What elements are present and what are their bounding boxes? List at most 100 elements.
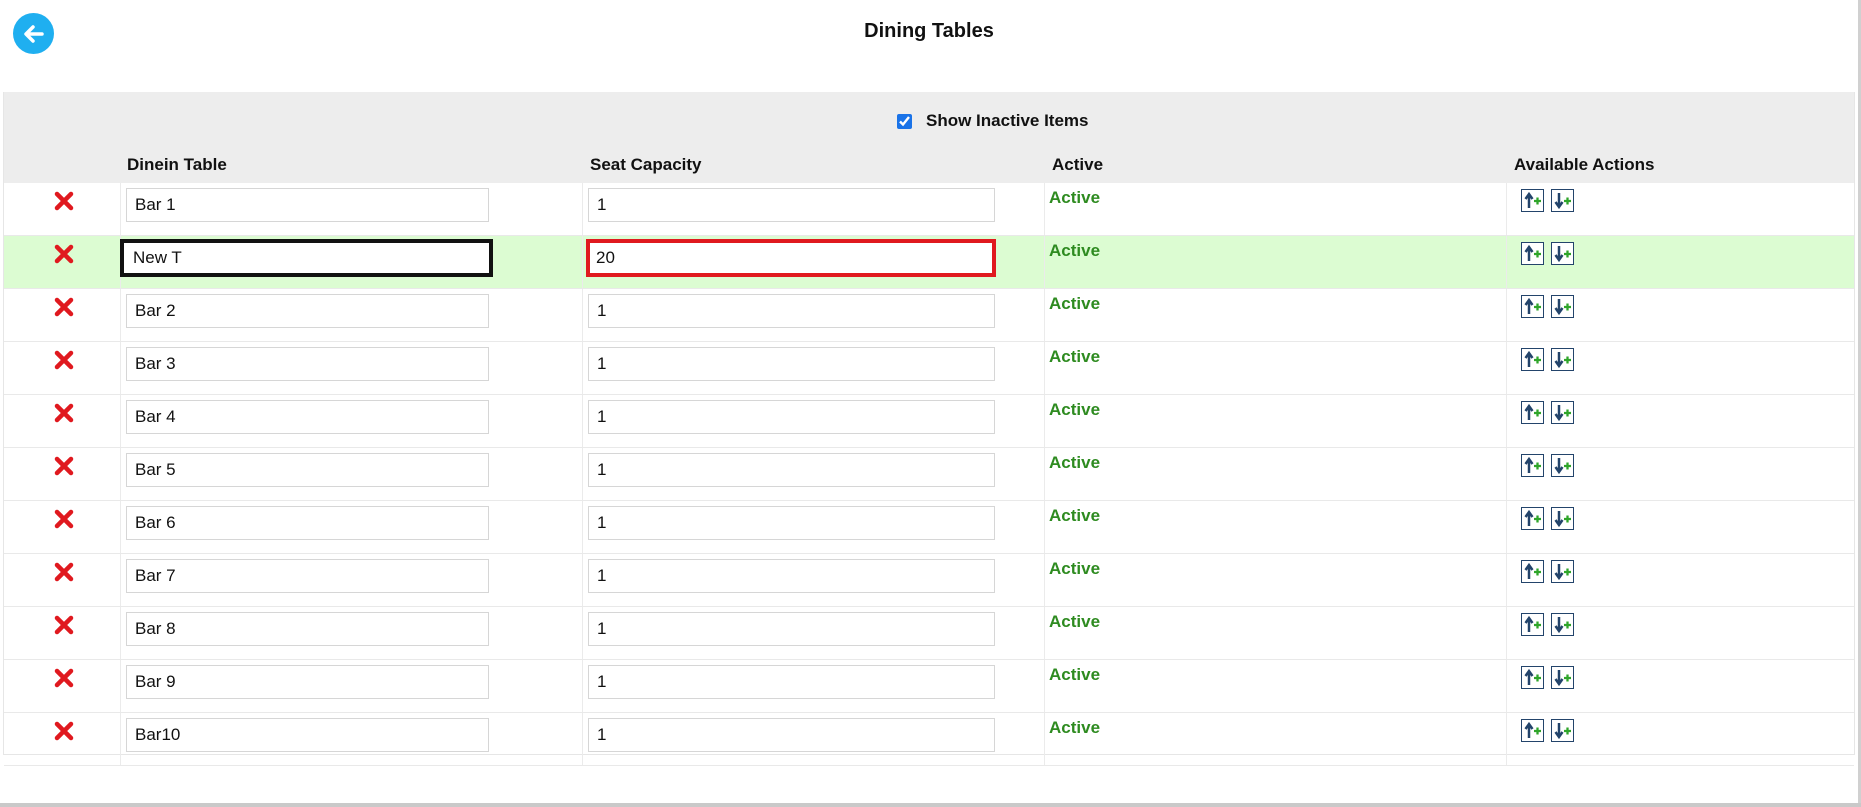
table-header: Show Inactive Items Dinein Table Seat Ca… (4, 92, 1854, 183)
move-down-add-icon[interactable] (1551, 189, 1574, 212)
column-divider (1506, 289, 1507, 341)
seat-capacity-input[interactable] (588, 506, 995, 540)
table-row[interactable]: Active (4, 236, 1854, 289)
status-label: Active (1049, 665, 1101, 684)
delete-row-icon[interactable] (53, 667, 75, 689)
delete-row-icon[interactable] (53, 190, 75, 212)
column-divider (582, 713, 583, 765)
bottom-divider (0, 803, 1861, 807)
column-divider (1506, 183, 1507, 235)
delete-row-icon[interactable] (53, 508, 75, 530)
table-name-input[interactable] (126, 718, 489, 752)
seat-capacity-input[interactable] (588, 188, 995, 222)
column-divider (120, 289, 121, 341)
move-up-add-icon[interactable] (1521, 348, 1544, 371)
column-divider (1044, 501, 1045, 553)
move-down-add-icon[interactable] (1551, 401, 1574, 424)
move-down-add-icon[interactable] (1551, 348, 1574, 371)
seat-capacity-input[interactable] (588, 453, 995, 487)
table-name-input[interactable] (126, 559, 489, 593)
move-down-add-icon[interactable] (1551, 242, 1574, 265)
seat-capacity-input[interactable] (588, 559, 995, 593)
table-row[interactable]: Active (4, 554, 1854, 607)
status-label: Active (1049, 718, 1101, 737)
seat-capacity-input[interactable] (588, 612, 995, 646)
table-row[interactable]: Active (4, 607, 1854, 660)
column-divider (582, 448, 583, 500)
move-up-add-icon[interactable] (1521, 401, 1544, 424)
move-up-add-icon[interactable] (1521, 719, 1544, 742)
column-divider (120, 395, 121, 447)
status-label: Active (1049, 241, 1101, 260)
table-name-input[interactable] (126, 188, 489, 222)
move-up-add-icon[interactable] (1521, 454, 1544, 477)
dining-tables-panel: Show Inactive Items Dinein Table Seat Ca… (3, 92, 1855, 766)
move-up-add-icon[interactable] (1521, 295, 1544, 318)
delete-row-icon[interactable] (53, 296, 75, 318)
table-name-input[interactable] (126, 612, 489, 646)
move-up-add-icon[interactable] (1521, 189, 1544, 212)
table-name-input[interactable] (126, 400, 489, 434)
table-name-input[interactable] (126, 665, 489, 699)
column-divider (1506, 660, 1507, 712)
column-divider (582, 501, 583, 553)
delete-row-icon[interactable] (53, 243, 75, 265)
table-row[interactable]: Active (4, 501, 1854, 554)
seat-capacity-input[interactable] (588, 718, 995, 752)
move-down-add-icon[interactable] (1551, 295, 1574, 318)
move-up-add-icon[interactable] (1521, 666, 1544, 689)
delete-row-icon[interactable] (53, 455, 75, 477)
column-divider (582, 342, 583, 394)
seat-capacity-input[interactable] (588, 400, 995, 434)
table-name-input[interactable] (126, 347, 489, 381)
column-divider (582, 554, 583, 606)
table-name-input[interactable] (126, 294, 489, 328)
table-name-input[interactable] (126, 453, 489, 487)
move-down-add-icon[interactable] (1551, 719, 1574, 742)
column-divider (1044, 713, 1045, 765)
table-row[interactable]: Active (4, 448, 1854, 501)
column-divider (1506, 501, 1507, 553)
move-down-add-icon[interactable] (1551, 666, 1574, 689)
column-divider (120, 607, 121, 659)
column-divider (582, 236, 583, 288)
page-title: Dining Tables (864, 20, 994, 42)
move-down-add-icon[interactable] (1551, 613, 1574, 636)
column-divider (1044, 395, 1045, 447)
seat-capacity-input[interactable] (588, 665, 995, 699)
move-down-add-icon[interactable] (1551, 454, 1574, 477)
move-up-add-icon[interactable] (1521, 507, 1544, 530)
delete-row-icon[interactable] (53, 349, 75, 371)
seat-capacity-input[interactable] (588, 294, 995, 328)
table-row[interactable]: Active (4, 183, 1854, 236)
move-up-add-icon[interactable] (1521, 560, 1544, 583)
table-row[interactable]: Active (4, 342, 1854, 395)
move-up-add-icon[interactable] (1521, 242, 1544, 265)
show-inactive-checkbox[interactable] (897, 113, 912, 129)
table-row[interactable]: Active (4, 713, 1854, 766)
show-inactive-toggle[interactable]: Show Inactive Items (897, 111, 1089, 131)
move-down-add-icon[interactable] (1551, 507, 1574, 530)
status-label: Active (1049, 559, 1101, 578)
delete-row-icon[interactable] (53, 720, 75, 742)
move-down-add-icon[interactable] (1551, 560, 1574, 583)
table-row[interactable]: Active (4, 395, 1854, 448)
column-divider (1044, 554, 1045, 606)
seat-capacity-input[interactable] (586, 239, 996, 277)
column-header-dinein-table: Dinein Table (127, 155, 227, 174)
move-up-add-icon[interactable] (1521, 613, 1544, 636)
delete-row-icon[interactable] (53, 614, 75, 636)
column-divider (1044, 183, 1045, 235)
table-row[interactable]: Active (4, 660, 1854, 713)
delete-row-icon[interactable] (53, 402, 75, 424)
table-name-input[interactable] (120, 239, 493, 277)
status-label: Active (1049, 400, 1101, 419)
column-divider (1506, 395, 1507, 447)
seat-capacity-input[interactable] (588, 347, 995, 381)
status-label: Active (1049, 453, 1101, 472)
table-name-input[interactable] (126, 506, 489, 540)
column-header-available-actions: Available Actions (1514, 155, 1655, 174)
table-row[interactable]: Active (4, 289, 1854, 342)
column-divider (1506, 448, 1507, 500)
delete-row-icon[interactable] (53, 561, 75, 583)
